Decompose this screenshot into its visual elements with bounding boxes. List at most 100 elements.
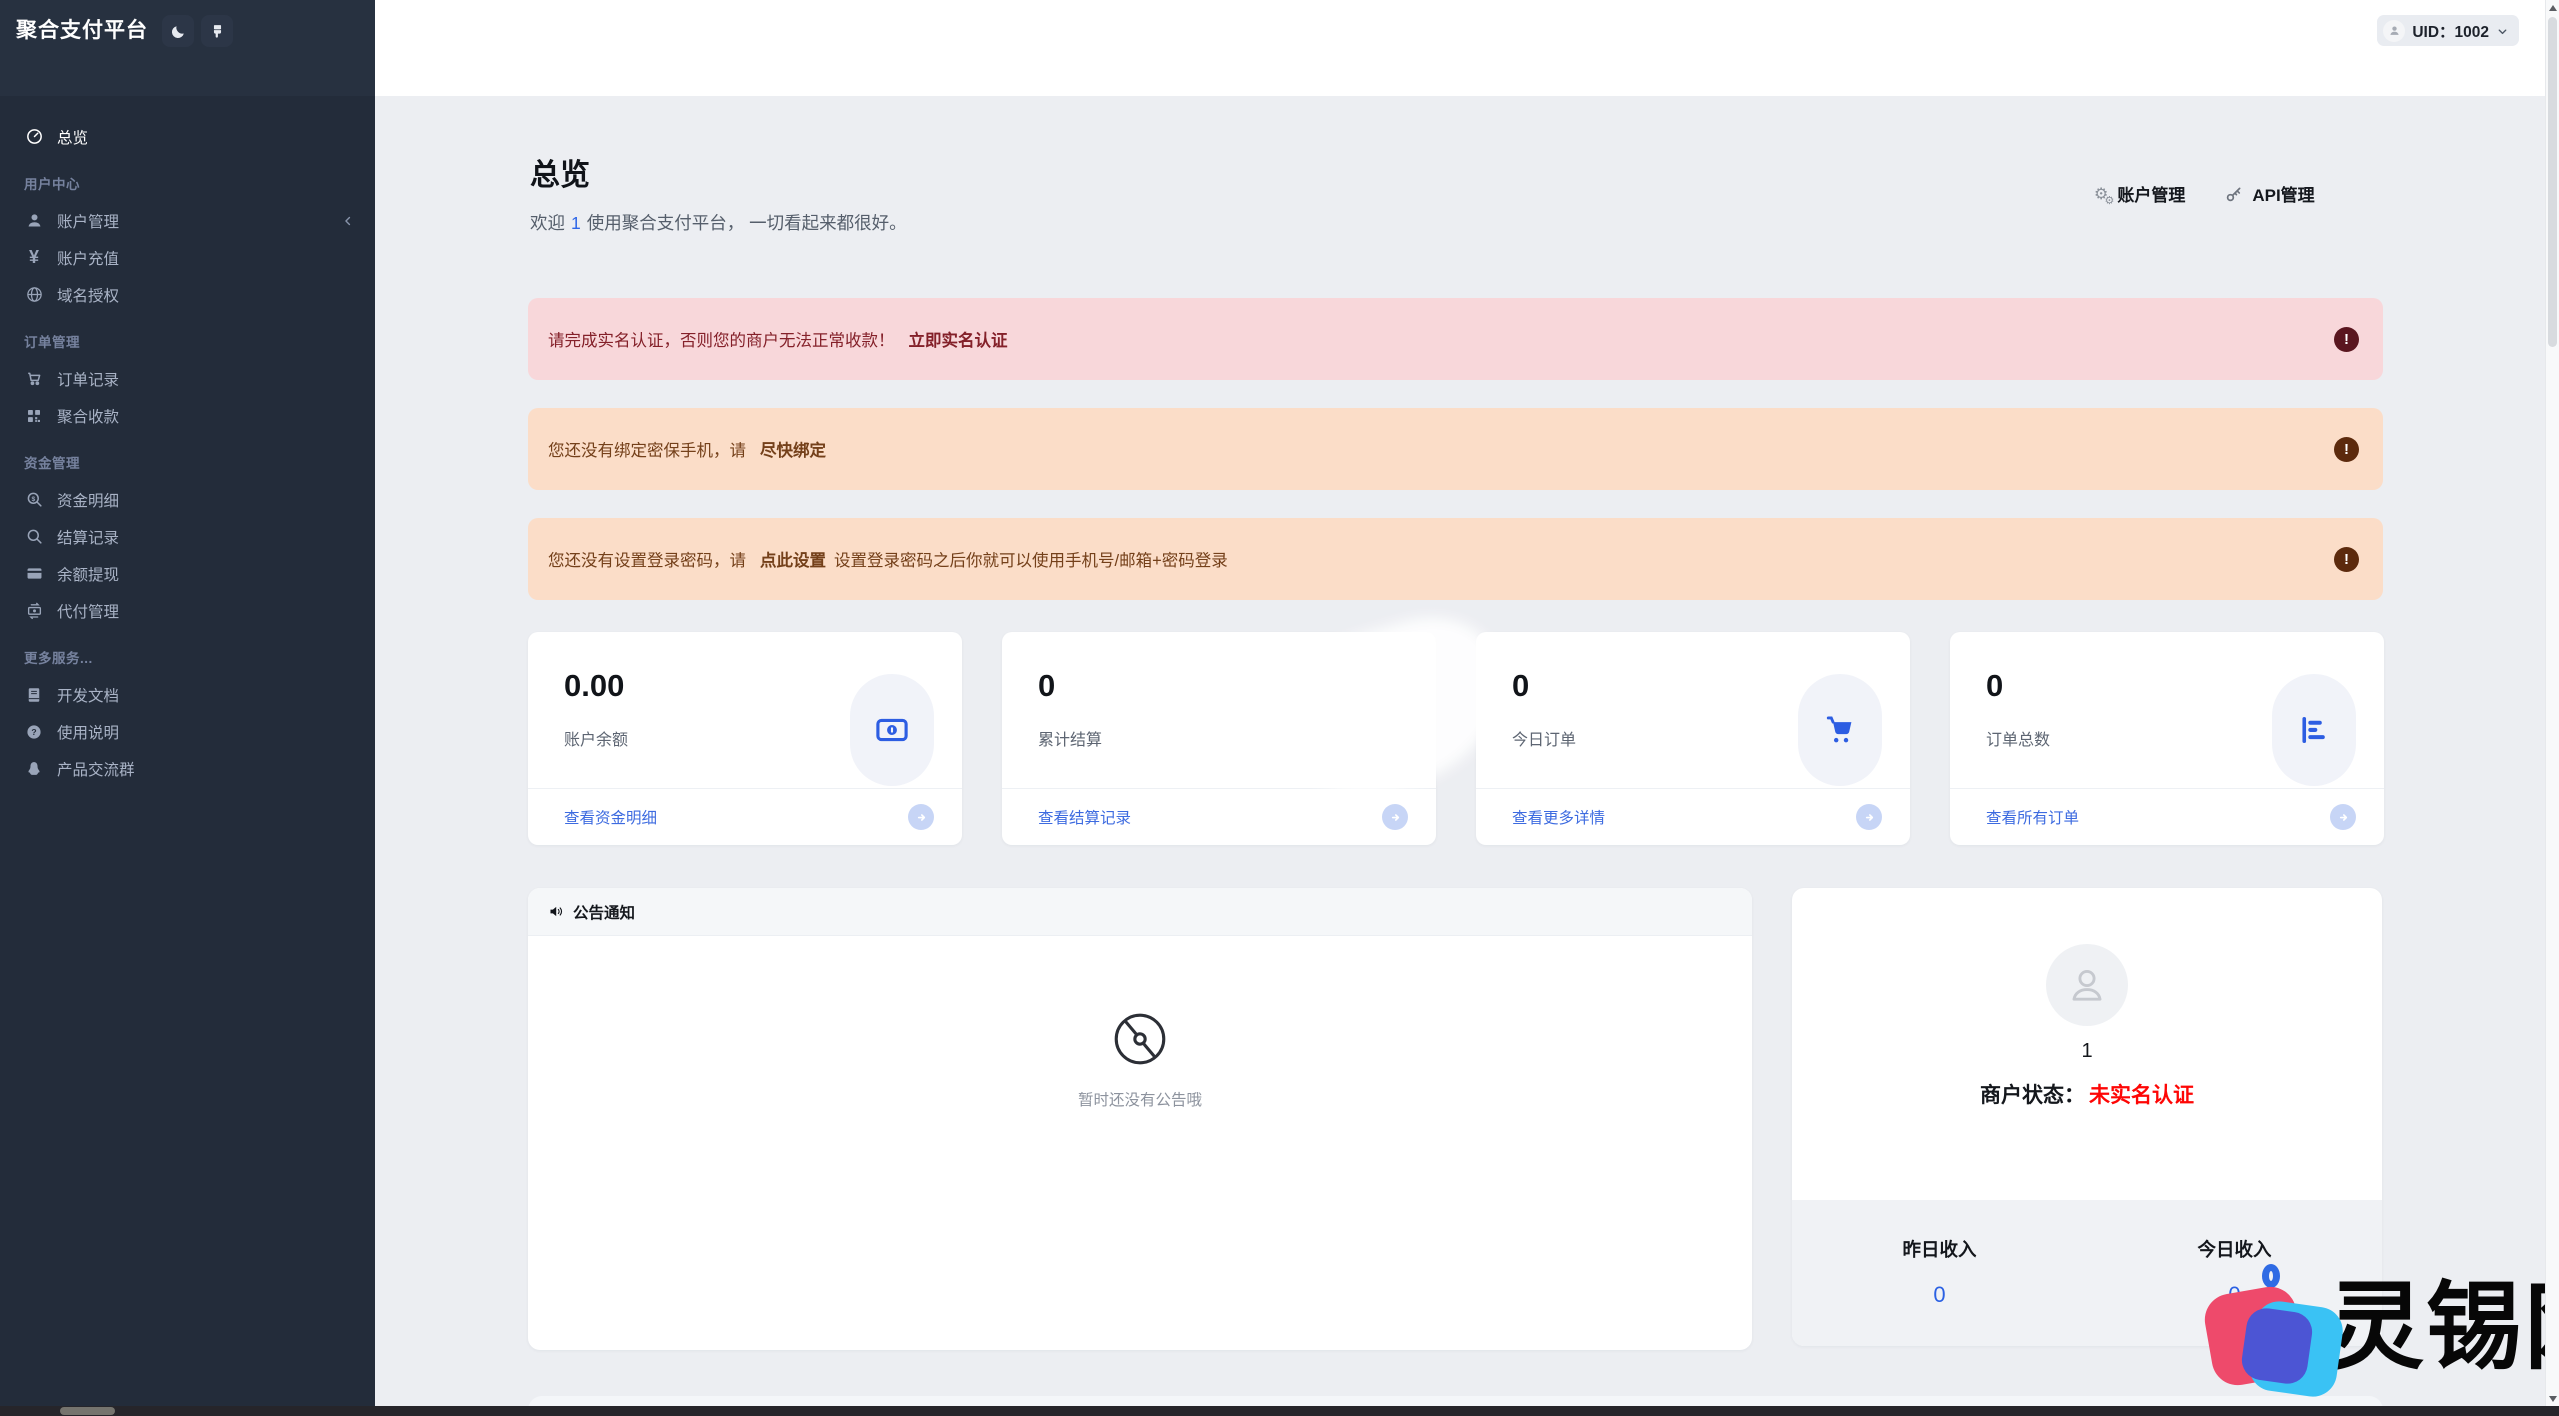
stat-card-today-orders: 0 今日订单 查看更多详情	[1476, 632, 1910, 845]
merchant-avatar-icon	[2046, 944, 2128, 1026]
question-circle-icon: ?	[24, 722, 44, 742]
disc-icon	[1109, 1008, 1171, 1070]
sidebar-item-funds[interactable]: $ 资金明细	[0, 481, 375, 518]
exclamation-icon: !	[2334, 327, 2359, 352]
alert-link[interactable]: 点此设置	[760, 547, 826, 571]
key-icon	[2225, 185, 2243, 203]
income-label: 昨日收入	[1902, 1236, 1976, 1262]
welcome-user: 1	[571, 213, 581, 233]
sidebar-item-label: 域名授权	[57, 284, 119, 306]
sidebar-item-orders[interactable]: 订单记录	[0, 360, 375, 397]
sidebar-item-recharge[interactable]: ¥ 账户充值	[0, 239, 375, 276]
sidebar-item-collect[interactable]: 聚合收款	[0, 397, 375, 434]
arrow-right-icon[interactable]	[2330, 804, 2356, 830]
api-manage-link[interactable]: API管理	[2225, 181, 2314, 206]
sidebar-section-more: 更多服务...	[0, 645, 375, 669]
sidebar-section-funds: 资金管理	[0, 450, 375, 474]
bar-chart-icon	[2272, 674, 2356, 786]
sidebar-item-guide[interactable]: ? 使用说明	[0, 713, 375, 750]
sidebar-section-user: 用户中心	[0, 171, 375, 195]
alert-link[interactable]: 尽快绑定	[760, 437, 826, 461]
user-avatar-icon	[2383, 20, 2405, 42]
scroll-up-arrow-icon[interactable]	[2549, 5, 2557, 11]
arrow-right-icon[interactable]	[1382, 804, 1408, 830]
quick-link-label: 账户管理	[2117, 181, 2185, 206]
sidebar-item-docs[interactable]: 开发文档	[0, 676, 375, 713]
exclamation-icon: !	[2334, 547, 2359, 572]
globe-icon	[24, 285, 44, 305]
sidebar-header: 聚合支付平台	[0, 0, 375, 96]
merchant-status-label: 商户状态：	[1980, 1084, 2085, 1107]
vertical-scroll-thumb[interactable]	[2548, 17, 2557, 347]
horizontal-scroll-thumb[interactable]	[60, 1407, 115, 1415]
sidebar-item-label: 账户管理	[57, 210, 119, 232]
sidebar-item-label: 订单记录	[57, 368, 119, 390]
sidebar-item-label: 账户充值	[57, 247, 119, 269]
arrow-right-icon[interactable]	[908, 804, 934, 830]
vertical-scrollbar[interactable]	[2545, 0, 2559, 1416]
announcement-title: 公告通知	[573, 901, 635, 923]
dark-mode-button[interactable]	[162, 15, 194, 47]
moon-icon	[170, 23, 187, 40]
brand-title: 聚合支付平台	[16, 14, 148, 47]
uid-label: UID：1002	[2412, 20, 2489, 42]
sidebar-item-label: 资金明细	[57, 489, 119, 511]
account-manage-link[interactable]: ⚙⚙ 账户管理	[2094, 181, 2185, 206]
stat-card-balance: 0.00 账户余额 查看资金明细	[528, 632, 962, 845]
sidebar-item-withdraw[interactable]: 余额提现	[0, 555, 375, 592]
stat-card-total-orders: 0 订单总数 查看所有订单	[1950, 632, 2384, 845]
speaker-icon	[548, 903, 565, 920]
sidebar-item-label: 结算记录	[57, 526, 119, 548]
cart-icon	[1798, 674, 1882, 786]
merchant-status-value: 未实名认证	[2089, 1084, 2194, 1107]
sidebar-item-label: 开发文档	[57, 684, 119, 706]
uid-dropdown[interactable]: UID：1002	[2377, 15, 2519, 46]
merchant-status-line: 商户状态：未实名认证	[1980, 1079, 2194, 1109]
arrow-right-icon[interactable]	[1856, 804, 1882, 830]
sidebar-item-settle[interactable]: 结算记录	[0, 518, 375, 555]
page-title: 总览	[530, 150, 590, 194]
sidebar-item-domain[interactable]: 域名授权	[0, 276, 375, 313]
sidebar-item-label: 聚合收款	[57, 405, 119, 427]
sidebar-nav: 总览 用户中心 账户管理 ¥ 账户充值 域名授权 订单管理	[0, 96, 375, 787]
book-icon	[24, 685, 44, 705]
cart-icon	[24, 369, 44, 389]
quick-link-label: API管理	[2252, 181, 2314, 206]
penguin-icon	[24, 759, 44, 779]
credit-card-icon	[24, 564, 44, 584]
scroll-down-arrow-icon[interactable]	[2549, 1396, 2557, 1402]
theme-button[interactable]	[201, 15, 233, 47]
qr-code-icon	[24, 406, 44, 426]
yesterday-income: 昨日收入 0	[1792, 1200, 2087, 1346]
sidebar-item-group[interactable]: 产品交流群	[0, 750, 375, 787]
sidebar-section-orders: 订单管理	[0, 329, 375, 353]
alert-link[interactable]: 立即实名认证	[909, 327, 1008, 351]
sidebar-item-label: 代付管理	[57, 600, 119, 622]
chevron-left-icon	[341, 214, 355, 228]
stat-link[interactable]: 查看所有订单	[1986, 806, 2079, 828]
alert-text: 您还没有绑定密保手机，请	[548, 437, 746, 461]
welcome-text: 欢迎1使用聚合支付平台， 一切看起来都很好。	[530, 210, 907, 235]
announcement-empty-state: 暂时还没有公告哦	[528, 936, 1752, 1110]
sidebar: 聚合支付平台 总览 用户中心 账户管	[0, 0, 375, 1416]
watermark-logo: 灵锡网	[2200, 1252, 2559, 1404]
horizontal-scrollbar[interactable]	[0, 1406, 2559, 1416]
stat-link[interactable]: 查看资金明细	[564, 806, 657, 828]
announcement-header: 公告通知	[528, 888, 1752, 936]
income-value[interactable]: 0	[1933, 1282, 1945, 1308]
user-icon	[24, 211, 44, 231]
announcement-panel: 公告通知 暂时还没有公告哦	[528, 888, 1752, 1350]
sidebar-item-overview[interactable]: 总览	[0, 118, 375, 155]
stat-link[interactable]: 查看结算记录	[1038, 806, 1131, 828]
stat-link[interactable]: 查看更多详情	[1512, 806, 1605, 828]
sidebar-item-label: 使用说明	[57, 721, 119, 743]
sidebar-item-payout[interactable]: 代付管理	[0, 592, 375, 629]
alert-text-suffix: 设置登录密码之后你就可以使用手机号/邮箱+密码登录	[834, 547, 1228, 571]
watermark-logo-icon	[2200, 1252, 2332, 1404]
sidebar-item-label: 余额提现	[57, 563, 119, 585]
svg-text:$: $	[31, 496, 35, 503]
alert-text: 您还没有设置登录密码，请	[548, 547, 746, 571]
search-icon	[24, 527, 44, 547]
sidebar-item-account[interactable]: 账户管理	[0, 202, 375, 239]
topbar: UID：1002	[375, 0, 2559, 96]
